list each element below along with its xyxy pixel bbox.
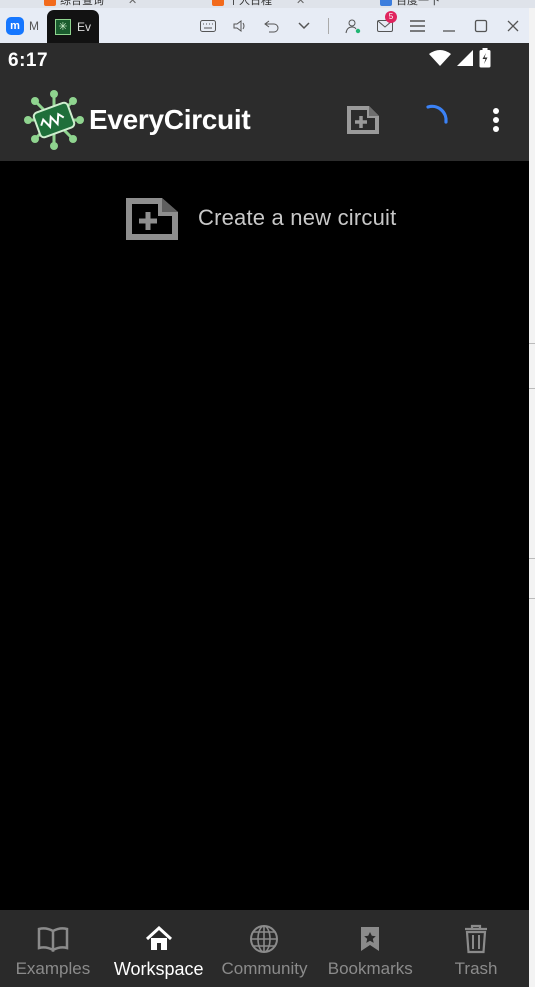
tab-label: M (29, 18, 39, 33)
mail-badge: 5 (385, 11, 397, 23)
background-tab[interactable]: 综合查询 ✕ (44, 0, 137, 7)
nav-examples[interactable]: Examples (0, 910, 106, 987)
nav-workspace[interactable]: Workspace (106, 910, 212, 987)
nav-label: Trash (454, 959, 498, 978)
wifi-icon (429, 50, 451, 71)
book-icon (37, 924, 69, 954)
tab-favicon (212, 0, 224, 6)
minimize-icon[interactable] (433, 8, 465, 43)
mail-icon[interactable]: 5 (369, 8, 401, 43)
background-tab-label: 个人日程 (228, 0, 272, 7)
maximize-icon[interactable] (465, 8, 497, 43)
status-time: 6:17 (8, 49, 49, 71)
app-title: EveryCircuit (89, 104, 251, 135)
close-icon[interactable] (497, 8, 529, 43)
background-tab[interactable]: 百度一下 (380, 0, 440, 7)
overflow-menu-button[interactable] (480, 98, 512, 142)
more-vert-icon (493, 108, 499, 132)
emulator-titlebar: m M ✳ Ev 5 (0, 8, 529, 43)
m-logo-icon: m (6, 16, 24, 35)
tab-label: Ev (77, 19, 92, 34)
battery-icon (479, 48, 491, 73)
background-tab-strip: 综合查询 ✕ 个人日程 ✕ 百度一下 (0, 0, 535, 8)
bookmark-icon (359, 924, 381, 954)
new-circuit-button[interactable] (339, 96, 387, 144)
background-tab-label: 百度一下 (396, 0, 440, 7)
keyboard-icon[interactable] (192, 8, 224, 43)
everycircuit-icon: ✳ (55, 18, 71, 35)
new-document-icon (347, 106, 379, 134)
close-icon[interactable]: ✕ (128, 0, 137, 7)
bottom-navigation: Examples Workspace Community Bookmarks T… (0, 910, 529, 987)
undo-icon[interactable] (256, 8, 288, 43)
home-icon (144, 924, 174, 954)
volume-icon[interactable] (224, 8, 256, 43)
app-bar: EveryCircuit (0, 78, 529, 161)
loading-spinner (414, 99, 456, 141)
nav-bookmarks[interactable]: Bookmarks (317, 910, 423, 987)
everycircuit-logo-icon (24, 90, 84, 150)
status-bar: 6:17 (0, 43, 529, 78)
tab-multi-instance[interactable]: m M (0, 8, 45, 43)
globe-icon (249, 924, 279, 954)
person-icon[interactable] (337, 8, 369, 43)
status-icons (429, 48, 491, 73)
background-tab-label: 综合查询 (60, 0, 104, 7)
nav-label: Community (221, 959, 308, 978)
create-new-circuit-button[interactable]: Create a new circuit (124, 194, 396, 242)
tab-favicon (380, 0, 392, 6)
nav-community[interactable]: Community (212, 910, 318, 987)
chevron-down-icon[interactable] (288, 8, 320, 43)
nav-label: Examples (15, 959, 91, 978)
nav-label: Bookmarks (327, 959, 413, 978)
background-window-edge (529, 43, 535, 987)
new-document-icon (126, 198, 178, 240)
nav-trash[interactable]: Trash (423, 910, 529, 987)
menu-icon[interactable] (401, 8, 433, 43)
tab-everycircuit[interactable]: ✳ Ev (47, 10, 100, 43)
screen: 综合查询 ✕ 个人日程 ✕ 百度一下 m M ✳ Ev 5 6:17 Every… (0, 0, 535, 987)
tab-favicon (44, 0, 56, 6)
spinner-icon (426, 104, 448, 124)
create-new-circuit-label: Create a new circuit (198, 205, 397, 230)
close-icon[interactable]: ✕ (296, 0, 305, 7)
nav-label: Workspace (113, 959, 204, 979)
divider (328, 17, 329, 34)
trash-icon (464, 924, 488, 954)
workspace-content: Create a new circuit (0, 161, 529, 910)
background-tab[interactable]: 个人日程 ✕ (212, 0, 305, 7)
android-screen: 6:17 EveryCircuit Create a new circuit E… (0, 43, 529, 987)
cell-signal-icon (457, 50, 473, 71)
titlebar-toolbar: 5 (192, 8, 529, 43)
